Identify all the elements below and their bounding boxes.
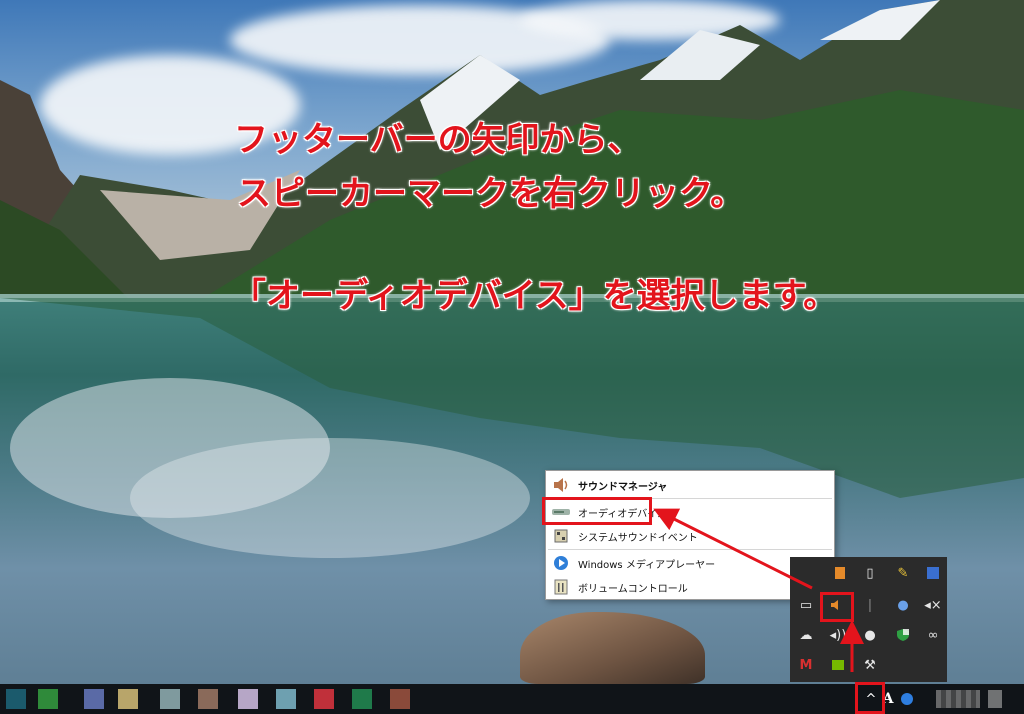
instruction-line-1: フッターバーの矢印から、 xyxy=(234,120,642,160)
menu-label: サウンドマネージャ xyxy=(578,481,668,493)
system-sound-icon xyxy=(550,527,572,545)
circle-icon[interactable]: ● xyxy=(860,625,880,645)
nvidia-icon[interactable] xyxy=(828,655,848,675)
cloud-upload-icon[interactable]: ☁ xyxy=(796,625,816,645)
volume-icon[interactable]: ◂)) xyxy=(828,625,848,645)
feather-icon[interactable]: ❘ xyxy=(860,595,880,615)
menu-label: システムサウンドイベント xyxy=(578,532,698,544)
menu-item-system-sound-events[interactable]: システムサウンドイベント xyxy=(546,524,834,548)
menu-label: Windows メディアプレーヤー xyxy=(578,559,716,571)
taskbar-app[interactable] xyxy=(238,689,258,709)
link-icon[interactable]: ∞ xyxy=(923,625,943,645)
taskbar-app[interactable] xyxy=(198,689,218,709)
usb-icon[interactable]: ▯ xyxy=(860,563,880,583)
user-tray-icon[interactable]: ● xyxy=(893,595,913,615)
tray-overflow-popup: ▯ ✎ ▭ ❘ ● ◂× ☁ ◂)) ● ∞ M ⚒ xyxy=(790,557,947,682)
security-tray-icon[interactable] xyxy=(923,563,943,583)
highlight-chevron xyxy=(855,682,885,714)
menu-item-sound-manager[interactable]: サウンドマネージャ xyxy=(546,473,834,497)
taskbar-app[interactable] xyxy=(118,689,138,709)
menu-label: ボリュームコントロール xyxy=(578,583,688,595)
taskbar-app[interactable] xyxy=(38,689,58,709)
notification-icon[interactable] xyxy=(988,690,1002,708)
pen-icon[interactable]: ✎ xyxy=(893,563,913,583)
taskbar-app[interactable] xyxy=(160,689,180,709)
highlight-audio-devices xyxy=(542,497,652,525)
taskbar-app[interactable] xyxy=(314,689,334,709)
monitor-icon[interactable]: ▭ xyxy=(796,595,816,615)
menu-separator xyxy=(548,549,832,550)
instruction-line-2: スピーカーマークを右クリック。 xyxy=(237,174,745,214)
media-player-icon xyxy=(550,554,572,572)
taskbar-app[interactable] xyxy=(84,689,104,709)
taskbar-app[interactable] xyxy=(276,689,296,709)
taskbar-app[interactable] xyxy=(352,689,372,709)
speaker-icon xyxy=(550,476,572,494)
mute-icon[interactable]: ◂× xyxy=(923,595,943,615)
taskbar-app[interactable] xyxy=(6,689,26,709)
shield-icon[interactable] xyxy=(893,625,913,645)
network-icon[interactable] xyxy=(901,693,913,705)
mcafee-icon[interactable]: M xyxy=(796,655,816,675)
highlight-speaker-icon xyxy=(820,592,854,622)
tray-app-icon[interactable] xyxy=(830,563,850,583)
instruction-line-3: 「オーディオデバイス」を選択します。 xyxy=(232,276,838,316)
volume-control-icon xyxy=(550,578,572,596)
taskbar-app[interactable] xyxy=(390,689,410,709)
tools-icon[interactable]: ⚒ xyxy=(860,655,880,675)
clock[interactable] xyxy=(936,690,980,708)
